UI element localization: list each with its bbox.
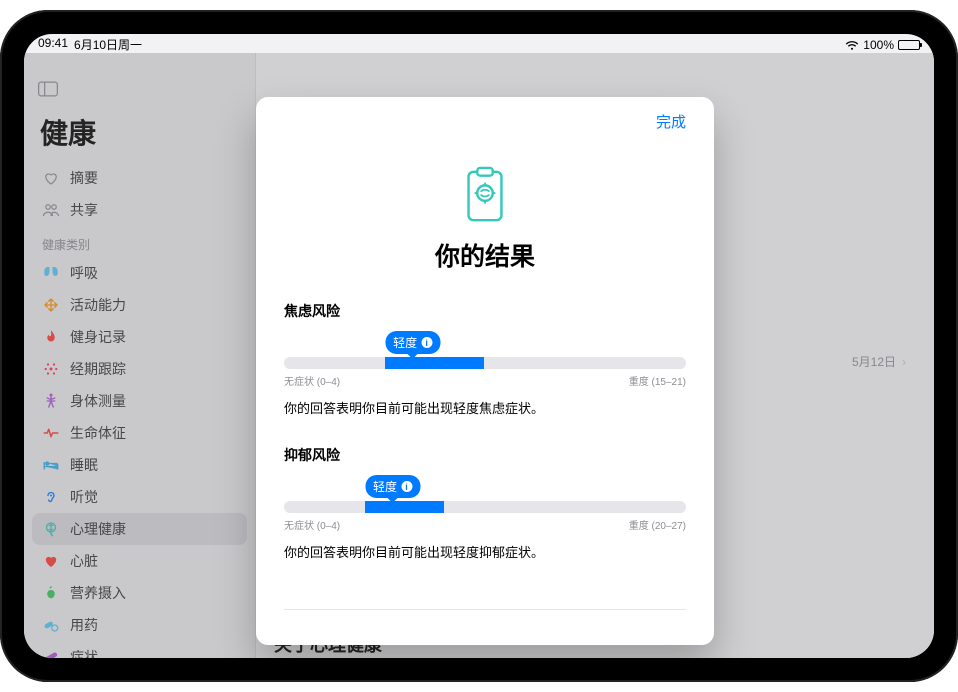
anxiety-scale-min: 无症状 (0–4) [284, 373, 340, 388]
scale-segment [526, 501, 605, 513]
depression-level-label: 轻度 [373, 478, 397, 495]
scale-segment [385, 357, 484, 369]
anxiety-scale-max: 重度 (15–21) [629, 373, 686, 388]
ipad-frame: 09:41 6月10日周一 100% 健康 [0, 10, 958, 682]
info-icon: i [421, 337, 432, 348]
depression-description: 你的回答表明你目前可能出现轻度抑郁症状。 [284, 542, 686, 561]
scale-segment [607, 501, 686, 513]
results-modal: 完成 你的结果 焦虑风险 轻度 i [256, 97, 714, 645]
depression-heading: 抑郁风险 [284, 445, 686, 465]
scale-segment [446, 501, 525, 513]
battery-pct: 100% [863, 38, 894, 52]
depression-risk-section: 抑郁风险 轻度 i 无症状 (0–4) 重度 (20–27) 你的回答表明你目前… [284, 445, 686, 561]
depression-level-badge[interactable]: 轻度 i [365, 475, 420, 498]
clipboard-brain-icon [460, 213, 510, 230]
scale-segment [284, 501, 363, 513]
battery-icon [898, 40, 920, 50]
anxiety-description: 你的回答表明你目前可能出现轻度焦虑症状。 [284, 398, 686, 417]
modal-title: 你的结果 [284, 237, 686, 273]
anxiety-level-badge[interactable]: 轻度 i [385, 331, 440, 354]
depression-scale-max: 重度 (20–27) [629, 517, 686, 532]
status-time: 09:41 [38, 36, 68, 53]
anxiety-heading: 焦虑风险 [284, 301, 686, 321]
status-date: 6月10日周一 [74, 36, 142, 53]
anxiety-risk-section: 焦虑风险 轻度 i 无症状 (0–4) 重度 (15–21) 你的回答表明你目前… [284, 301, 686, 417]
anxiety-level-label: 轻度 [393, 334, 417, 351]
wifi-icon [845, 40, 859, 50]
scale-segment [486, 357, 585, 369]
anxiety-risk-scale [284, 357, 686, 369]
divider [284, 609, 686, 610]
depression-scale-min: 无症状 (0–4) [284, 517, 340, 532]
screen: 09:41 6月10日周一 100% 健康 [24, 34, 934, 658]
status-bar: 09:41 6月10日周一 100% [24, 34, 934, 53]
scale-segment [587, 357, 686, 369]
scale-segment [284, 357, 383, 369]
scale-segment [365, 501, 444, 513]
done-button[interactable]: 完成 [656, 111, 686, 132]
info-icon: i [401, 481, 412, 492]
depression-risk-scale [284, 501, 686, 513]
